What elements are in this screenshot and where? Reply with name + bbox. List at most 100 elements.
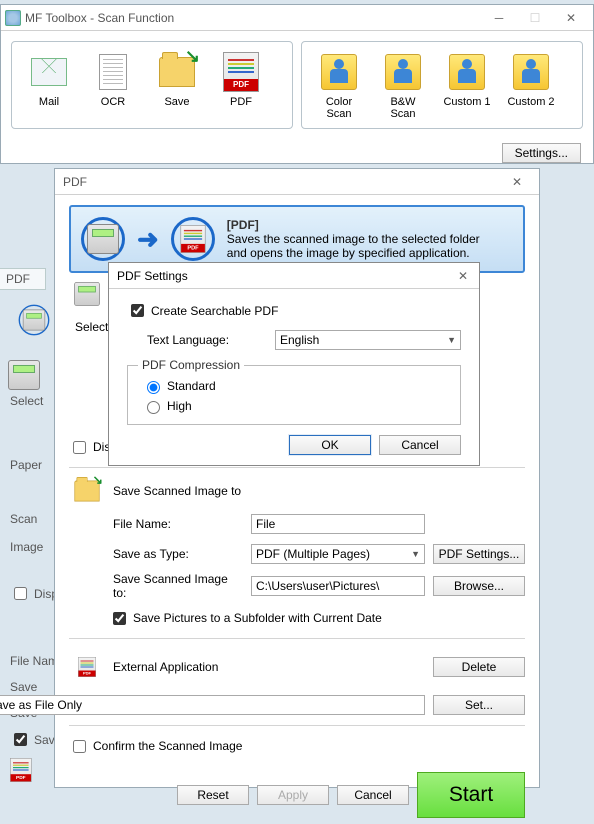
compression-standard-radio[interactable]: Standard bbox=[142, 378, 450, 394]
pdf-buttons-row: Reset Apply Cancel Start bbox=[69, 764, 525, 818]
save-to-label: Save Scanned Image to: bbox=[113, 572, 243, 600]
save-label: Save bbox=[164, 96, 189, 108]
bg-scan-label: Scan bbox=[10, 512, 37, 526]
color-scan-button[interactable]: Color Scan bbox=[310, 50, 368, 120]
row-ext-app-value: Set... bbox=[69, 693, 525, 717]
left-panel: Mail OCR Save PDF PDF bbox=[11, 41, 293, 129]
person-icon bbox=[445, 50, 489, 94]
cancel-button[interactable]: Cancel bbox=[379, 435, 461, 455]
ext-app-input[interactable] bbox=[0, 695, 425, 715]
display-driver-checkbox[interactable] bbox=[73, 441, 86, 454]
chevron-down-icon: ▼ bbox=[411, 549, 420, 559]
bg-select-label: Select bbox=[10, 394, 43, 408]
pdf-settings-button[interactable]: PDF Settings... bbox=[433, 544, 525, 564]
banner-text: [PDF] Saves the scanned image to the sel… bbox=[227, 218, 480, 260]
browse-button[interactable]: Browse... bbox=[433, 576, 525, 596]
start-button[interactable]: Start bbox=[417, 772, 525, 818]
save-as-type-label: Save as Type: bbox=[113, 547, 243, 561]
close-button[interactable]: ✕ bbox=[499, 171, 535, 193]
compression-legend: PDF Compression bbox=[138, 358, 244, 372]
row-save-to: Save Scanned Image to: Browse... bbox=[69, 572, 525, 600]
bg-circle bbox=[19, 305, 50, 336]
folder-icon bbox=[74, 481, 99, 502]
close-button[interactable]: ✕ bbox=[451, 265, 475, 287]
set-button[interactable]: Set... bbox=[433, 695, 525, 715]
file-name-input[interactable] bbox=[251, 514, 425, 534]
row-language: Text Language: English▼ bbox=[127, 328, 461, 352]
pdf-tag: PDF bbox=[224, 79, 258, 91]
save-as-type-select[interactable]: PDF (Multiple Pages) ▼ bbox=[251, 544, 425, 564]
person-icon bbox=[509, 50, 553, 94]
confirm-checkbox[interactable] bbox=[73, 740, 86, 753]
save-heading: Save Scanned Image to bbox=[113, 484, 241, 498]
radio-standard[interactable] bbox=[147, 381, 160, 394]
subfolder-checkbox[interactable] bbox=[113, 612, 126, 625]
custom2-button[interactable]: Custom 2 bbox=[502, 50, 560, 120]
maximize-button[interactable]: ☐ bbox=[517, 7, 553, 29]
settings-title: PDF Settings bbox=[113, 269, 451, 283]
pdf-tag: PDF bbox=[181, 244, 205, 252]
close-button[interactable]: ✕ bbox=[553, 7, 589, 29]
pdf-window: PDF ✕ ➜ PDF [PDF] Saves the scanned imag… bbox=[54, 168, 540, 788]
apply-button[interactable]: Apply bbox=[257, 785, 329, 805]
row-ext-app-header: PDF External Application Delete bbox=[69, 647, 525, 687]
scanner-icon bbox=[8, 360, 40, 390]
bg-scanner-icon-2 bbox=[8, 360, 44, 396]
bg-pdf-icon-bottom: PDF bbox=[10, 758, 46, 798]
compression-fieldset: PDF Compression Standard High bbox=[127, 358, 461, 425]
reset-button[interactable]: Reset bbox=[177, 785, 249, 805]
person-icon bbox=[381, 50, 425, 94]
separator bbox=[69, 467, 525, 468]
row-save-heading: Save Scanned Image to bbox=[69, 476, 525, 506]
pdf-label: PDF bbox=[230, 96, 252, 108]
bw-scan-button[interactable]: B&W Scan bbox=[374, 50, 432, 120]
lang-select[interactable]: English ▼ bbox=[275, 330, 461, 350]
banner-line2: and opens the image by specified applica… bbox=[227, 246, 480, 260]
person-icon bbox=[317, 50, 361, 94]
toolbox-window: MF Toolbox - Scan Function ─ ☐ ✕ Mail OC… bbox=[0, 4, 594, 164]
pdf-button[interactable]: PDF PDF bbox=[212, 50, 270, 120]
searchable-check-row[interactable]: Create Searchable PDF bbox=[127, 301, 461, 320]
settings-content: Create Searchable PDF Text Language: Eng… bbox=[109, 289, 479, 463]
toolbox-body: Mail OCR Save PDF PDF Color Scan B&W Scan… bbox=[1, 31, 593, 139]
mail-button[interactable]: Mail bbox=[20, 50, 78, 120]
pdf-icon: PDF bbox=[78, 657, 96, 677]
settings-button[interactable]: Settings... bbox=[502, 143, 581, 163]
ocr-button[interactable]: OCR bbox=[84, 50, 142, 120]
cancel-button[interactable]: Cancel bbox=[337, 785, 409, 805]
custom1-button[interactable]: Custom 1 bbox=[438, 50, 496, 120]
ok-button[interactable]: OK bbox=[289, 435, 371, 455]
pdf-window-title: PDF bbox=[59, 175, 499, 189]
arrow-right-icon: ➜ bbox=[137, 224, 159, 255]
pdf-tag: PDF bbox=[79, 671, 96, 677]
pdf-tag: PDF bbox=[11, 774, 31, 781]
mail-icon bbox=[27, 50, 71, 94]
pdf-settings-dialog: PDF Settings ✕ Create Searchable PDF Tex… bbox=[108, 262, 480, 466]
subfolder-check-row[interactable]: Save Pictures to a Subfolder with Curren… bbox=[69, 606, 525, 630]
radio-high-label: High bbox=[167, 399, 192, 413]
lang-value: English bbox=[280, 333, 319, 347]
confirm-check-row[interactable]: Confirm the Scanned Image bbox=[69, 734, 525, 758]
compression-radios: Standard High bbox=[138, 378, 450, 414]
bg-scanner-icon-wrap bbox=[12, 298, 56, 342]
row-file-name: File Name: bbox=[69, 512, 525, 536]
chevron-down-icon: ▼ bbox=[447, 335, 456, 345]
searchable-checkbox[interactable] bbox=[131, 304, 144, 317]
save-to-input[interactable] bbox=[251, 576, 425, 596]
bg-paper-label: Paper bbox=[10, 458, 42, 472]
delete-button[interactable]: Delete bbox=[433, 657, 525, 677]
pdf-titlebar: PDF ✕ bbox=[55, 169, 539, 195]
radio-high[interactable] bbox=[147, 401, 160, 414]
save-button[interactable]: Save bbox=[148, 50, 206, 120]
compression-high-radio[interactable]: High bbox=[142, 398, 450, 414]
settings-titlebar: PDF Settings ✕ bbox=[109, 263, 479, 289]
file-name-label: File Name: bbox=[113, 517, 243, 531]
custom1-label: Custom 1 bbox=[443, 96, 490, 108]
minimize-button[interactable]: ─ bbox=[481, 7, 517, 29]
pdf-icon: PDF bbox=[219, 50, 263, 94]
scanner-icon bbox=[74, 282, 100, 306]
save-as-type-value: PDF (Multiple Pages) bbox=[256, 547, 370, 561]
ext-app-label: External Application bbox=[113, 660, 425, 674]
right-panel: Color Scan B&W Scan Custom 1 Custom 2 bbox=[301, 41, 583, 129]
radio-standard-label: Standard bbox=[167, 379, 216, 393]
